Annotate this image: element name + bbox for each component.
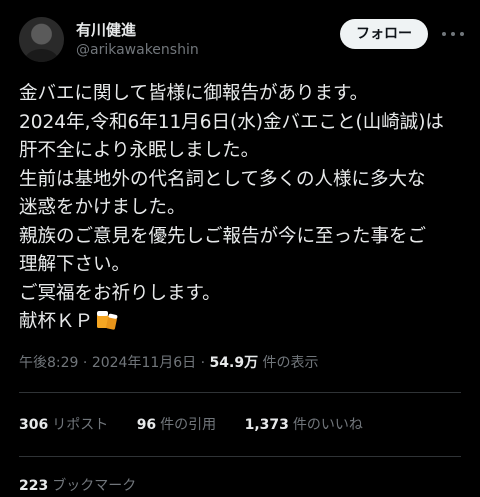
reposts-count: 306 — [19, 417, 49, 433]
author-handle[interactable]: @arikawakenshin — [76, 42, 199, 58]
meta-separator: · — [200, 355, 206, 371]
bookmarks-stat[interactable]: 223 ブックマーク — [19, 475, 136, 495]
reposts-stat[interactable]: 306 リポスト — [19, 414, 108, 434]
engagement-stats: 306 リポスト 96 件の引用 1,373 件のいいね — [19, 414, 387, 434]
tweet-time[interactable]: 午後8:29 — [19, 355, 78, 371]
follow-button[interactable]: フォロー — [340, 19, 428, 49]
tweet-line: ご冥福をお祈りします。 — [19, 282, 221, 304]
tweet-line-text: 献杯ＫＰ — [19, 311, 94, 332]
reposts-label: リポスト — [52, 417, 109, 433]
likes-count: 1,373 — [244, 417, 289, 433]
divider — [19, 456, 461, 457]
quotes-stat[interactable]: 96 件の引用 — [137, 414, 216, 434]
tweet-line: 理解下さい。 — [19, 254, 131, 275]
tweet-line: 2024年,令和6年11月6日(水)金バエこと(山崎誠)は — [19, 111, 444, 133]
quotes-label: 件の引用 — [160, 417, 217, 433]
tweet-line-last: 献杯ＫＰ — [19, 308, 471, 337]
views-label: 件の表示 — [262, 355, 319, 371]
meta-separator: · — [82, 355, 88, 371]
tweet-line: 金バエに関して皆様に御報告があります。 — [19, 83, 369, 104]
views-count: 54.9万 — [209, 355, 259, 371]
bookmarks-count: 223 — [19, 478, 49, 494]
likes-stat[interactable]: 1,373 件のいいね — [245, 414, 363, 434]
author-display-name[interactable]: 有川健進 — [76, 19, 136, 40]
more-icon[interactable] — [442, 26, 464, 42]
avatar[interactable] — [19, 17, 64, 62]
bookmarks-label: ブックマーク — [52, 478, 137, 494]
tweet-line: 親族のご意見を優先しご報告が今に至った事をご — [19, 225, 427, 247]
tweet-line: 肝不全により永眠しました。 — [19, 140, 260, 161]
tweet-line: 生前は基地外の代名詞として多くの人様に多大な — [19, 168, 426, 190]
tweet-meta: 午後8:29 · 2024年11月6日 · 54.9万 件の表示 — [19, 352, 319, 372]
tweet-text: 金バエに関して皆様に御報告があります。 2024年,令和6年11月6日(水)金バ… — [19, 80, 471, 337]
beer-icon — [95, 308, 119, 340]
likes-label: 件のいいね — [292, 417, 363, 433]
tweet-header: 有川健進 @arikawakenshin フォロー — [0, 0, 480, 66]
quotes-count: 96 — [136, 417, 157, 433]
tweet-line: 迷惑をかけました。 — [19, 197, 186, 218]
divider — [19, 392, 461, 393]
tweet-date[interactable]: 2024年11月6日 — [92, 355, 196, 371]
